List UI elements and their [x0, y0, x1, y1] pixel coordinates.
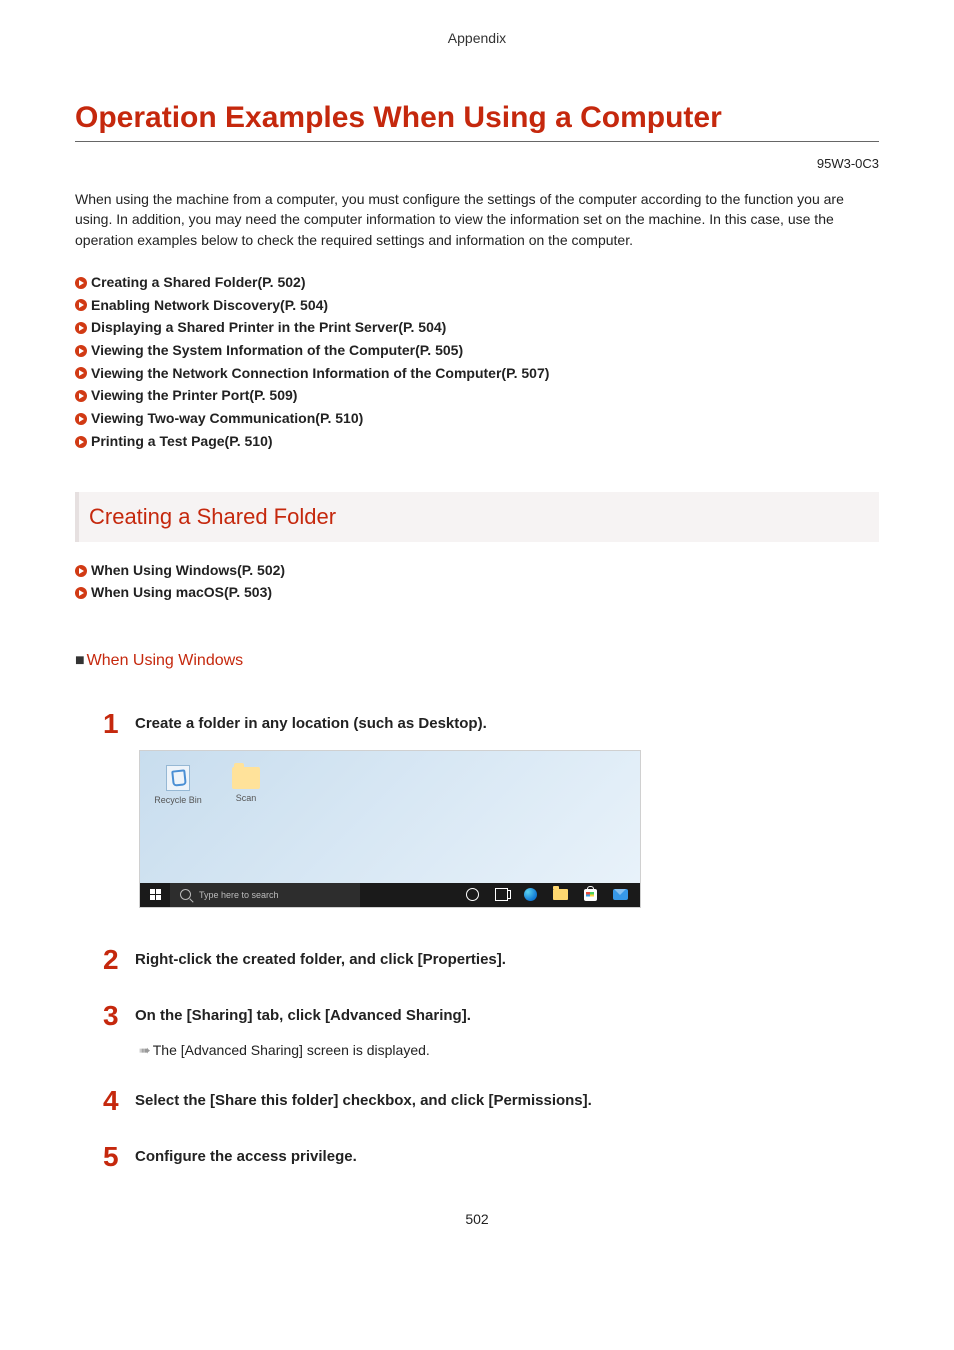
- list-item[interactable]: Viewing Two-way Communication(P. 510): [75, 408, 879, 430]
- step-2: 2 Right-click the created folder, and cl…: [103, 946, 879, 974]
- edge-icon: [524, 888, 537, 901]
- search-box: Type here to search: [170, 883, 360, 907]
- list-item[interactable]: Viewing the System Information of the Co…: [75, 340, 879, 362]
- search-icon: [180, 889, 191, 900]
- step-text: Create a folder in any location (such as…: [135, 710, 487, 738]
- explorer-icon: [553, 889, 568, 900]
- scan-folder-icon: Scan: [218, 765, 274, 803]
- task-view-icon: [495, 888, 508, 901]
- intro-paragraph: When using the machine from a computer, …: [75, 189, 879, 250]
- step-3: 3 On the [Sharing] tab, click [Advanced …: [103, 1002, 879, 1030]
- recycle-bin-icon: Recycle Bin: [150, 765, 206, 805]
- page-number: 502: [75, 1211, 879, 1227]
- arrow-icon: ➠: [139, 1042, 149, 1058]
- desktop-area: Recycle Bin Scan: [140, 751, 640, 883]
- step-note: ➠The [Advanced Sharing] screen is displa…: [139, 1042, 879, 1059]
- search-placeholder: Type here to search: [199, 890, 279, 900]
- subhead-label: When Using Windows: [87, 652, 244, 669]
- square-bullet-icon: ■: [75, 652, 85, 669]
- bullet-icon: [75, 322, 87, 334]
- bullet-icon: [75, 413, 87, 425]
- store-icon: [584, 889, 597, 901]
- bullet-icon: [75, 436, 87, 448]
- list-item[interactable]: When Using macOS(P. 503): [75, 582, 879, 604]
- link-label: When Using Windows(P. 502): [91, 560, 285, 582]
- bullet-icon: [75, 345, 87, 357]
- mail-icon: [613, 889, 628, 900]
- list-item[interactable]: Printing a Test Page(P. 510): [75, 431, 879, 453]
- bullet-icon: [75, 390, 87, 402]
- list-item[interactable]: Viewing the Network Connection Informati…: [75, 363, 879, 385]
- bullet-icon: [75, 565, 87, 577]
- step-number: 3: [103, 1002, 135, 1030]
- icon-label: Scan: [218, 793, 274, 803]
- note-text: The [Advanced Sharing] screen is display…: [153, 1042, 430, 1058]
- list-item[interactable]: When Using Windows(P. 502): [75, 560, 879, 582]
- page-title: Operation Examples When Using a Computer: [75, 101, 879, 142]
- link-label: Viewing the Printer Port(P. 509): [91, 385, 297, 407]
- link-label: Viewing Two-way Communication(P. 510): [91, 408, 363, 430]
- step-number: 4: [103, 1087, 135, 1115]
- step-text: Select the [Share this folder] checkbox,…: [135, 1087, 592, 1115]
- link-label: Viewing the Network Connection Informati…: [91, 363, 549, 385]
- topic-link-list: Creating a Shared Folder(P. 502) Enablin…: [75, 272, 879, 453]
- step-number: 1: [103, 710, 135, 738]
- bullet-icon: [75, 367, 87, 379]
- list-item[interactable]: Displaying a Shared Printer in the Print…: [75, 317, 879, 339]
- step-number: 5: [103, 1143, 135, 1171]
- header-section-label: Appendix: [75, 0, 879, 101]
- step-number: 2: [103, 946, 135, 974]
- sub-link-list: When Using Windows(P. 502) When Using ma…: [75, 560, 879, 603]
- link-label: When Using macOS(P. 503): [91, 582, 272, 604]
- desktop-screenshot: Recycle Bin Scan Type here to search: [139, 750, 641, 908]
- link-label: Displaying a Shared Printer in the Print…: [91, 317, 446, 339]
- list-item[interactable]: Viewing the Printer Port(P. 509): [75, 385, 879, 407]
- step-4: 4 Select the [Share this folder] checkbo…: [103, 1087, 879, 1115]
- step-text: On the [Sharing] tab, click [Advanced Sh…: [135, 1002, 471, 1030]
- taskbar-right: [466, 888, 640, 901]
- list-item[interactable]: Enabling Network Discovery(P. 504): [75, 295, 879, 317]
- step-text: Right-click the created folder, and clic…: [135, 946, 506, 974]
- link-label: Enabling Network Discovery(P. 504): [91, 295, 328, 317]
- link-label: Viewing the System Information of the Co…: [91, 340, 463, 362]
- start-button: [140, 883, 170, 907]
- bullet-icon: [75, 587, 87, 599]
- step-text: Configure the access privilege.: [135, 1143, 357, 1171]
- bullet-icon: [75, 299, 87, 311]
- step-5: 5 Configure the access privilege.: [103, 1143, 879, 1171]
- document-code: 95W3-0C3: [75, 156, 879, 171]
- link-label: Printing a Test Page(P. 510): [91, 431, 273, 453]
- bullet-icon: [75, 277, 87, 289]
- windows-icon: [150, 889, 161, 900]
- list-item[interactable]: Creating a Shared Folder(P. 502): [75, 272, 879, 294]
- taskbar: Type here to search: [140, 883, 640, 907]
- section-heading: Creating a Shared Folder: [75, 492, 879, 542]
- link-label: Creating a Shared Folder(P. 502): [91, 272, 305, 294]
- cortana-icon: [466, 888, 479, 901]
- subsection-heading: ■When Using Windows: [75, 652, 879, 670]
- icon-label: Recycle Bin: [150, 795, 206, 805]
- step-1: 1 Create a folder in any location (such …: [103, 710, 879, 738]
